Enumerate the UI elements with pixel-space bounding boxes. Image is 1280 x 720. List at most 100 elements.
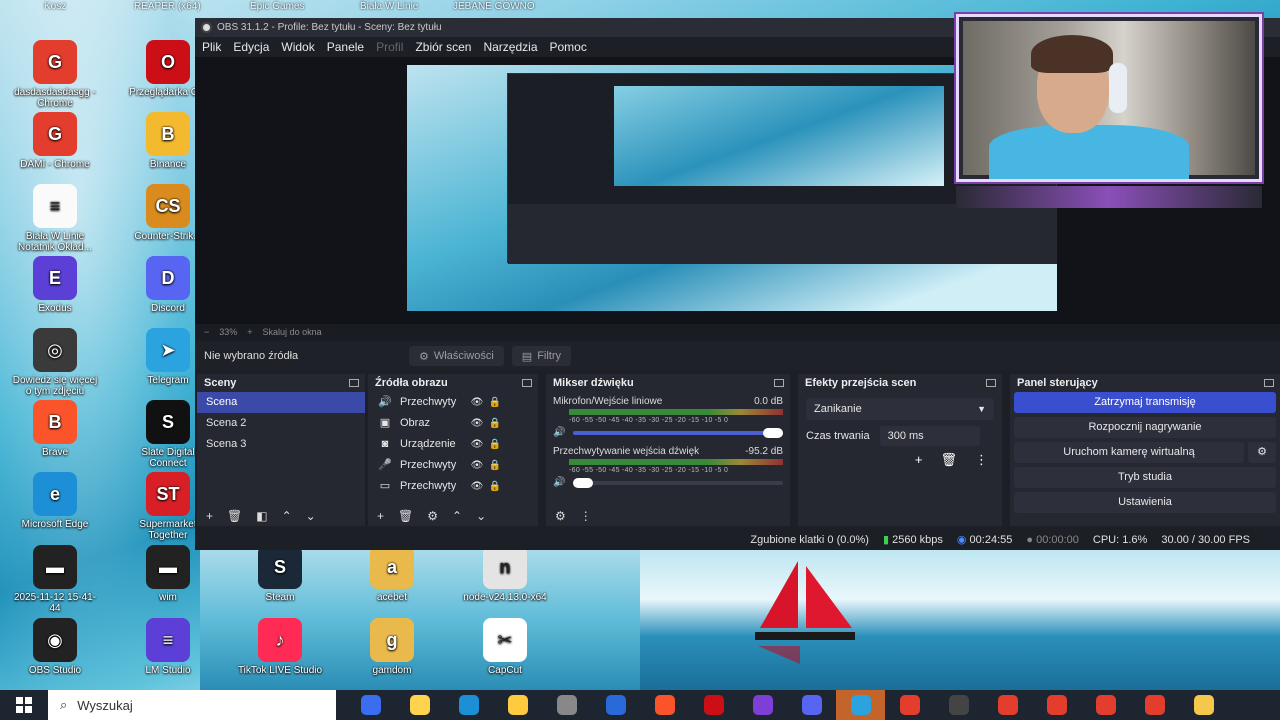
- taskbar-app[interactable]: [346, 690, 395, 720]
- gear-icon[interactable]: ⚙: [555, 509, 566, 523]
- start-button[interactable]: [0, 690, 48, 720]
- taskbar-app[interactable]: [395, 690, 444, 720]
- taskbar-app[interactable]: [1081, 690, 1130, 720]
- search-box[interactable]: ⌕ Wyszukaj: [48, 690, 336, 720]
- fit-to-window-button[interactable]: Skaluj do okna: [263, 327, 322, 337]
- volume-slider[interactable]: [573, 477, 783, 488]
- settings-button[interactable]: Ustawienia: [1014, 492, 1276, 513]
- trash-icon[interactable]: 🗑: [227, 509, 242, 523]
- desktop-icon[interactable]: ◉ OBS Studio: [10, 618, 100, 676]
- desktop-icon[interactable]: ✂ CapCut: [460, 618, 550, 676]
- gear-icon[interactable]: ⚙: [1248, 442, 1276, 463]
- desktop-icon[interactable]: Gdasdasdasdasgg - Chrome: [10, 40, 100, 109]
- transition-select[interactable]: Zanikanie ▼: [806, 398, 994, 420]
- eye-icon[interactable]: 👁: [468, 455, 486, 476]
- trash-icon[interactable]: 🗑: [398, 509, 413, 523]
- more-icon[interactable]: ⋮: [580, 509, 592, 523]
- arrow-down-icon[interactable]: ⌄: [306, 509, 316, 523]
- taskbar-app[interactable]: [1130, 690, 1179, 720]
- desktop-label[interactable]: Kosz: [44, 1, 66, 12]
- properties-button[interactable]: ⚙ Właściwości: [409, 346, 504, 366]
- taskbar-app[interactable]: [787, 690, 836, 720]
- lock-icon[interactable]: 🔒: [486, 413, 504, 434]
- add-scene-icon[interactable]: +: [206, 509, 213, 523]
- more-icon[interactable]: ⋮: [975, 452, 988, 468]
- popout-icon[interactable]: [774, 379, 784, 387]
- taskbar-app[interactable]: [1179, 690, 1228, 720]
- desktop-icon[interactable]: ◎ Dowiedz się więcej o tym zdjęciu: [10, 328, 100, 397]
- desktop-icon[interactable]: E Exodus: [10, 256, 100, 314]
- stop-stream-button[interactable]: Zatrzymaj transmisję: [1014, 392, 1276, 413]
- taskbar-app[interactable]: [493, 690, 542, 720]
- menu-edycja[interactable]: Edycja: [233, 40, 269, 54]
- studio-mode-button[interactable]: Tryb studia: [1014, 467, 1276, 488]
- speaker-icon[interactable]: 🔊: [553, 427, 565, 438]
- filter-icon[interactable]: ◧: [256, 509, 267, 523]
- desktop-icon[interactable]: S Steam: [235, 545, 325, 603]
- scene-item[interactable]: Scena 2: [197, 413, 365, 434]
- desktop-icon[interactable]: ≡ LM Studio: [123, 618, 213, 676]
- desktop-icon[interactable]: e Microsoft Edge: [10, 472, 100, 530]
- taskbar-app[interactable]: [444, 690, 493, 720]
- desktop-icon[interactable]: ≡ Biała W Linie Notatnik Okład...: [10, 184, 100, 253]
- source-item[interactable]: ▣ Obraz 👁 🔒: [368, 413, 538, 434]
- duration-input[interactable]: 300 ms: [879, 426, 980, 446]
- taskbar-app[interactable]: [983, 690, 1032, 720]
- source-item[interactable]: 🎤 Przechwyty 👁 🔒: [368, 455, 538, 476]
- lock-icon[interactable]: 🔒: [486, 476, 504, 497]
- desktop-icon[interactable]: g gamdom: [347, 618, 437, 676]
- filters-button[interactable]: ▤ Filtry: [511, 346, 572, 366]
- desktop-label[interactable]: JEBANE GÓWNO: [453, 1, 535, 12]
- lock-icon[interactable]: 🔒: [486, 392, 504, 413]
- taskbar-app[interactable]: [885, 690, 934, 720]
- lock-icon[interactable]: 🔒: [486, 434, 504, 455]
- arrow-up-icon[interactable]: ⌃: [452, 509, 462, 523]
- taskbar-app[interactable]: [836, 690, 885, 720]
- desktop-label[interactable]: REAPER (x64): [134, 1, 201, 12]
- zoom-in-button[interactable]: +: [247, 327, 252, 337]
- zoom-out-button[interactable]: −: [204, 327, 209, 337]
- popout-icon[interactable]: [1264, 379, 1274, 387]
- gear-icon[interactable]: ⚙: [427, 509, 438, 523]
- menu-zbior-scen[interactable]: Zbiór scen: [415, 40, 471, 54]
- source-item[interactable]: 🔊 Przechwyty 👁 🔒: [368, 392, 538, 413]
- scene-item[interactable]: Scena: [197, 392, 365, 413]
- menu-narzedzia[interactable]: Narzędzia: [483, 40, 537, 54]
- desktop-icon[interactable]: ♪ TikTok LIVE Studio: [235, 618, 325, 676]
- eye-icon[interactable]: 👁: [468, 392, 486, 413]
- volume-slider[interactable]: [573, 427, 783, 438]
- menu-pomoc[interactable]: Pomoc: [550, 40, 587, 54]
- taskbar-app[interactable]: [934, 690, 983, 720]
- desktop-icon[interactable]: ▬ wim: [123, 545, 213, 603]
- menu-plik[interactable]: Plik: [202, 40, 221, 54]
- add-source-icon[interactable]: +: [377, 509, 384, 523]
- arrow-up-icon[interactable]: ⌃: [282, 509, 292, 523]
- eye-icon[interactable]: 👁: [468, 434, 486, 455]
- desktop-icon[interactable]: ▬ 2025-11-12 15-41-44: [10, 545, 100, 614]
- popout-icon[interactable]: [522, 379, 532, 387]
- eye-icon[interactable]: 👁: [468, 476, 486, 497]
- taskbar-app[interactable]: [689, 690, 738, 720]
- source-item[interactable]: ◙ Urządzenie 👁 🔒: [368, 434, 538, 455]
- menu-panele[interactable]: Panele: [327, 40, 364, 54]
- add-icon[interactable]: +: [915, 452, 923, 468]
- taskbar-app[interactable]: [640, 690, 689, 720]
- taskbar-app[interactable]: [1032, 690, 1081, 720]
- desktop-icon[interactable]: n node-v24.13.0-x64: [460, 545, 550, 603]
- speaker-icon[interactable]: 🔊: [553, 477, 565, 488]
- trash-icon[interactable]: 🗑: [940, 452, 957, 468]
- menu-widok[interactable]: Widok: [281, 40, 314, 54]
- desktop-icon[interactable]: B Brave: [10, 400, 100, 458]
- taskbar-app[interactable]: [738, 690, 787, 720]
- desktop-icon[interactable]: G DAMI - Chrome: [10, 112, 100, 170]
- scene-item[interactable]: Scena 3: [197, 434, 365, 455]
- arrow-down-icon[interactable]: ⌄: [476, 509, 486, 523]
- source-item[interactable]: ▭ Przechwyty 👁 🔒: [368, 476, 538, 497]
- desktop-icon[interactable]: a acebet: [347, 545, 437, 603]
- taskbar-app[interactable]: [591, 690, 640, 720]
- popout-icon[interactable]: [986, 379, 996, 387]
- popout-icon[interactable]: [349, 379, 359, 387]
- virtual-camera-button[interactable]: Uruchom kamerę wirtualną: [1014, 442, 1244, 463]
- desktop-label[interactable]: Biała W Linie: [360, 1, 418, 12]
- lock-icon[interactable]: 🔒: [486, 455, 504, 476]
